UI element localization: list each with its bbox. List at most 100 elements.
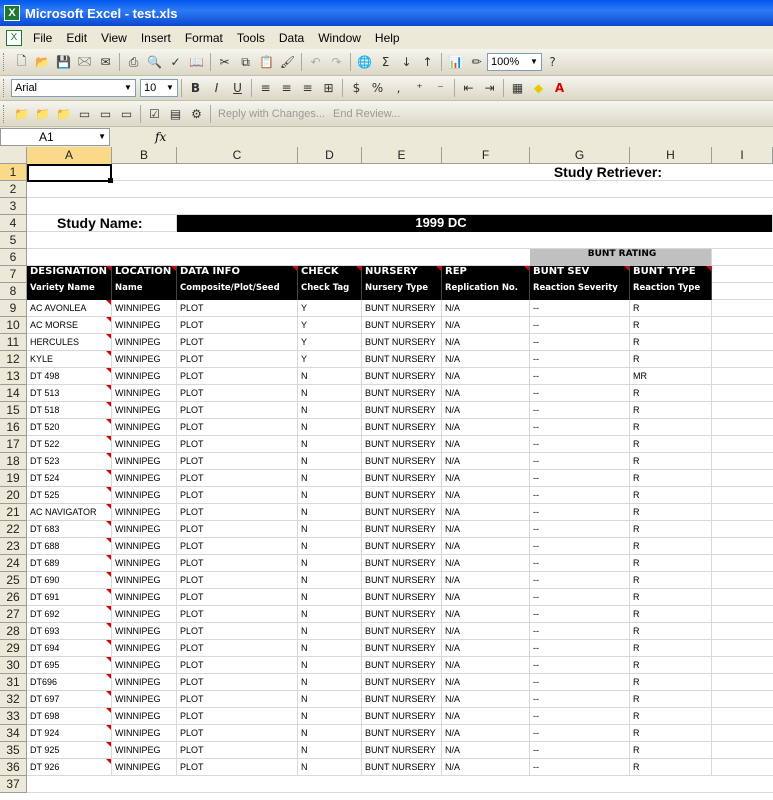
data-cell[interactable]: N/A (442, 419, 530, 436)
data-cell[interactable]: R (630, 640, 712, 657)
data-cell[interactable]: PLOT (177, 402, 298, 419)
data-cell[interactable]: PLOT (177, 640, 298, 657)
save-icon[interactable]: 💾 (53, 52, 74, 73)
zoom-select[interactable]: 100% ▼ (487, 53, 542, 71)
spelling-icon[interactable]: ✓ (165, 52, 186, 73)
data-cell[interactable]: BUNT NURSERY (362, 555, 442, 572)
data-cell[interactable]: WINNIPEG (112, 759, 177, 776)
data-cell[interactable]: N (298, 674, 362, 691)
column-subtitle[interactable]: Replication No. (442, 283, 530, 300)
fill-handle[interactable] (108, 178, 113, 183)
row-header[interactable]: 23 (0, 538, 27, 555)
data-cell[interactable]: DT 695 (27, 657, 112, 674)
data-cell[interactable]: BUNT NURSERY (362, 419, 442, 436)
row-header[interactable]: 24 (0, 555, 27, 572)
data-cell[interactable]: R (630, 623, 712, 640)
redo-icon[interactable]: ↷ (326, 52, 347, 73)
data-cell[interactable]: DT 694 (27, 640, 112, 657)
data-cell[interactable]: N/A (442, 657, 530, 674)
data-cell[interactable]: PLOT (177, 351, 298, 368)
data-cell[interactable]: MR (630, 368, 712, 385)
data-cell[interactable]: WINNIPEG (112, 691, 177, 708)
data-cell[interactable]: N/A (442, 334, 530, 351)
data-cell[interactable]: N/A (442, 589, 530, 606)
data-cell[interactable]: N (298, 640, 362, 657)
column-header-i[interactable]: I (712, 147, 773, 164)
data-cell[interactable]: -- (530, 708, 630, 725)
study-name-value[interactable]: 1999 DC (177, 215, 773, 232)
row-header[interactable]: 17 (0, 436, 27, 453)
data-cell[interactable]: BUNT NURSERY (362, 691, 442, 708)
data-cell[interactable]: BUNT NURSERY (362, 402, 442, 419)
data-cell[interactable]: N (298, 589, 362, 606)
data-cell[interactable]: PLOT (177, 300, 298, 317)
data-cell[interactable]: N (298, 453, 362, 470)
hyperlink-icon[interactable]: 🌐 (354, 52, 375, 73)
data-cell[interactable]: PLOT (177, 657, 298, 674)
data-cell[interactable]: N (298, 419, 362, 436)
data-cell[interactable]: HERCULES (27, 334, 112, 351)
data-cell[interactable]: N/A (442, 300, 530, 317)
workbook-icon[interactable]: X (6, 29, 22, 46)
data-cell[interactable]: PLOT (177, 742, 298, 759)
data-cell[interactable]: PLOT (177, 623, 298, 640)
picture-icon[interactable]: ▭ (95, 103, 116, 124)
data-cell[interactable]: DT 925 (27, 742, 112, 759)
data-cell[interactable]: BUNT NURSERY (362, 640, 442, 657)
data-cell[interactable]: R (630, 453, 712, 470)
row-header[interactable]: 19 (0, 470, 27, 487)
data-cell[interactable]: N (298, 487, 362, 504)
data-cell[interactable]: -- (530, 470, 630, 487)
data-cell[interactable]: DT 522 (27, 436, 112, 453)
data-cell[interactable]: PLOT (177, 555, 298, 572)
data-cell[interactable]: N/A (442, 708, 530, 725)
data-cell[interactable]: -- (530, 742, 630, 759)
data-cell[interactable]: R (630, 436, 712, 453)
data-cell[interactable]: BUNT NURSERY (362, 368, 442, 385)
data-cell[interactable]: -- (530, 453, 630, 470)
data-cell[interactable]: DT 698 (27, 708, 112, 725)
data-cell[interactable]: -- (530, 317, 630, 334)
reply-with-changes-button[interactable]: Reply with Changes... (214, 108, 329, 120)
data-cell[interactable]: BUNT NURSERY (362, 334, 442, 351)
data-cell[interactable]: PLOT (177, 521, 298, 538)
data-cell[interactable]: PLOT (177, 674, 298, 691)
row-header[interactable]: 26 (0, 589, 27, 606)
data-cell[interactable]: Y (298, 351, 362, 368)
data-cell[interactable]: N/A (442, 385, 530, 402)
email-icon[interactable]: ✉ (95, 52, 116, 73)
data-cell[interactable]: PLOT (177, 725, 298, 742)
data-cell[interactable]: -- (530, 504, 630, 521)
data-cell[interactable]: PLOT (177, 436, 298, 453)
data-cell[interactable]: N/A (442, 606, 530, 623)
folder-icon[interactable]: 📁 (32, 103, 53, 124)
data-cell[interactable]: AC NAVIGATOR (27, 504, 112, 521)
data-cell[interactable]: DT 689 (27, 555, 112, 572)
data-cell[interactable]: DT 688 (27, 538, 112, 555)
data-cell[interactable]: R (630, 708, 712, 725)
data-cell[interactable]: WINNIPEG (112, 572, 177, 589)
data-cell[interactable]: -- (530, 368, 630, 385)
data-cell[interactable]: R (630, 572, 712, 589)
data-cell[interactable]: N/A (442, 640, 530, 657)
data-cell[interactable]: PLOT (177, 606, 298, 623)
data-cell[interactable]: R (630, 521, 712, 538)
data-cell[interactable]: DT 693 (27, 623, 112, 640)
checklist-icon[interactable]: ☑ (144, 103, 165, 124)
drawing-icon[interactable]: ✏ (466, 52, 487, 73)
data-cell[interactable]: BUNT NURSERY (362, 521, 442, 538)
data-cell[interactable]: DT 926 (27, 759, 112, 776)
row-header[interactable]: 21 (0, 504, 27, 521)
data-cell[interactable]: BUNT NURSERY (362, 742, 442, 759)
study-retriever-label[interactable]: Study Retriever: (530, 164, 712, 181)
data-cell[interactable]: N/A (442, 504, 530, 521)
data-cell[interactable]: -- (530, 402, 630, 419)
row-header[interactable]: 5 (0, 232, 27, 249)
row-header[interactable]: 27 (0, 606, 27, 623)
data-cell[interactable]: Y (298, 334, 362, 351)
data-cell[interactable]: R (630, 504, 712, 521)
decrease-decimal-icon[interactable]: ⁻ (430, 78, 451, 99)
data-cell[interactable]: -- (530, 334, 630, 351)
column-header-h[interactable]: H (630, 147, 712, 164)
data-cell[interactable]: R (630, 487, 712, 504)
